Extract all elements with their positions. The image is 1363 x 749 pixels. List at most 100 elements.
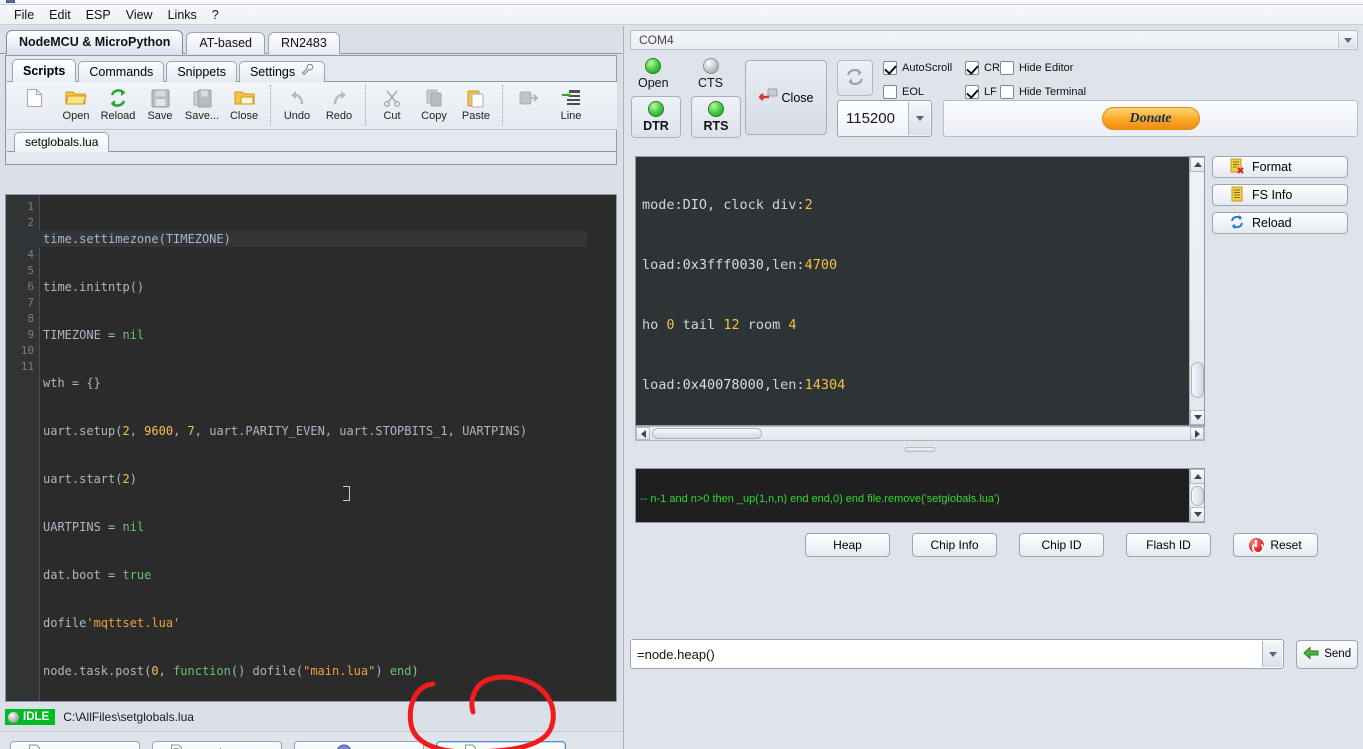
code-line: dofile'mqttset.lua' [43,616,181,630]
menu-item-links[interactable]: Links [162,6,203,24]
toolbar-cut[interactable]: Cut [371,85,413,129]
run-button[interactable]: Run [294,740,424,749]
tab-scripts[interactable]: Scripts [12,59,77,82]
toolbar-redo-label: Redo [325,110,353,122]
scroll-up-arrow-icon[interactable] [1190,157,1204,172]
log-scroll-thumb[interactable] [1191,486,1204,506]
line-number: 4 [27,248,34,261]
menu-bar: File Edit ESP View Links ? [0,5,1363,25]
refresh-ports-button[interactable] [837,60,873,96]
toolbar-paste[interactable]: Paste [455,85,497,129]
serial-terminal[interactable]: mode:DIO, clock div:2 load:0x3fff0030,le… [635,156,1205,426]
sub-tab-bar: Scripts Commands Snippets Settings [12,59,327,82]
close-port-button[interactable]: Close [745,60,827,135]
command-history-dropdown[interactable] [1262,641,1283,667]
rts-toggle-button[interactable]: RTS [691,96,741,138]
hide-terminal-checkbox[interactable] [1000,85,1014,99]
file-tab-setglobals[interactable]: setglobals.lua [14,132,110,152]
copy-icon [425,87,444,109]
upload-button[interactable]: Upload ... [436,740,566,749]
terminal-horizontal-scrollbar[interactable] [635,426,1205,441]
menu-item-help[interactable]: ? [206,6,225,24]
panel-splitter[interactable] [635,444,1205,454]
toolbar-open[interactable]: Open [55,85,97,129]
toolbar-close-label: Close [229,110,259,122]
chip-info-button[interactable]: Chip Info [912,533,997,557]
autoscroll-checkbox-row[interactable]: AutoScroll [883,61,952,75]
toolbar-undo[interactable]: Undo [276,85,318,129]
send-to-esp-icon [170,744,186,749]
terminal-scroll-thumb[interactable] [1191,362,1204,398]
format-button[interactable]: Format [1212,156,1348,178]
toolbar-redo[interactable]: Redo [318,85,360,129]
com-port-selector[interactable]: COM4 [630,30,1358,50]
toolbar-save[interactable]: Save [139,85,181,129]
tab-snippets[interactable]: Snippets [166,61,237,82]
scroll-down-arrow-icon[interactable] [1190,410,1204,425]
code-editor[interactable]: 1 2 3 4 5 6 7 8 9 10 11 time.settimezone… [5,194,617,702]
com-port-dropdown-arrow[interactable] [1338,32,1356,48]
toolbar-close[interactable]: Close [223,85,265,129]
line-number: 10 [20,344,34,357]
toolbar-send-line[interactable]: Line [550,85,592,129]
hide-editor-checkbox-row[interactable]: Hide Editor [1000,61,1073,75]
lf-checkbox[interactable] [965,85,979,99]
refresh-icon [844,66,866,91]
dtr-toggle-button[interactable]: DTR [631,96,681,138]
lf-checkbox-row[interactable]: LF [965,85,997,99]
tab-at-based[interactable]: AT-based [186,32,265,54]
log-scroll-down-arrow-icon[interactable] [1190,507,1204,522]
fs-reload-button[interactable]: Reload [1212,212,1348,234]
editor-code-area[interactable]: time.settimezone(TIMEZONE) time.initntp(… [6,199,616,701]
chip-id-button[interactable]: Chip ID [1019,533,1104,557]
line-number: 9 [27,328,34,341]
tab-nodemcu-micropython[interactable]: NodeMCU & MicroPython [6,30,184,54]
eol-checkbox-row[interactable]: EOL [883,85,924,99]
code-line: TIMEZONE = nil [43,328,145,342]
menu-item-file[interactable]: File [8,6,40,24]
fs-info-button[interactable]: FS Info [1212,184,1348,206]
heap-button[interactable]: Heap [805,533,890,557]
tab-commands[interactable]: Commands [78,61,165,82]
send-arrow-icon [1303,645,1319,663]
autoscroll-checkbox[interactable] [883,61,897,75]
scroll-left-arrow-icon[interactable] [636,427,650,440]
send-button[interactable]: Send [1296,639,1358,669]
run-play-icon [336,744,352,749]
eol-label: EOL [902,86,925,98]
toolbar-new-file[interactable] [13,85,55,129]
donate-button[interactable]: Donate [1101,107,1200,130]
baud-dropdown-arrow[interactable] [908,102,930,135]
menu-item-view[interactable]: View [120,6,159,24]
menu-item-esp[interactable]: ESP [80,6,117,24]
operation-log-output: -- n-1 and n>0 then _up(1,n,n) end end,0… [640,469,1188,522]
cr-checkbox-row[interactable]: CR [965,61,1000,75]
baud-rate-select[interactable]: 115200 [837,100,932,137]
send-label: Send [1324,648,1352,660]
log-scroll-up-arrow-icon[interactable] [1190,469,1204,484]
code-line: wth = {} [43,376,101,390]
tab-rn2483[interactable]: RN2483 [267,32,340,54]
send-to-esp-button[interactable]: Send to ESP [152,740,282,749]
toolbar-reload[interactable]: Reload [97,85,139,129]
menu-item-edit[interactable]: Edit [43,6,77,24]
reset-button[interactable]: Reset [1233,533,1318,557]
hide-terminal-checkbox-row[interactable]: Hide Terminal [1000,85,1086,99]
save-to-esp-button[interactable]: Save to ESP [10,740,140,749]
undo-arrow-icon [288,87,307,109]
cr-checkbox[interactable] [965,61,979,75]
terminal-hscroll-thumb[interactable] [652,428,762,439]
hide-editor-checkbox[interactable] [1000,61,1014,75]
flash-id-button[interactable]: Flash ID [1126,533,1211,557]
log-vertical-scrollbar[interactable] [1189,469,1204,522]
terminal-vertical-scrollbar[interactable] [1189,157,1204,425]
tab-settings[interactable]: Settings [238,61,325,82]
toolbar-save-as[interactable]: Save... [181,85,223,129]
splitter-grip[interactable] [905,446,935,452]
toolbar-send-block[interactable] [508,85,550,129]
toolbar-copy[interactable]: Copy [413,85,455,129]
operation-log-panel[interactable]: -- n-1 and n>0 then _up(1,n,n) end end,0… [635,468,1205,523]
command-input[interactable]: =node.heap() [630,639,1285,669]
scroll-right-arrow-icon[interactable] [1190,427,1204,440]
eol-checkbox[interactable] [883,85,897,99]
